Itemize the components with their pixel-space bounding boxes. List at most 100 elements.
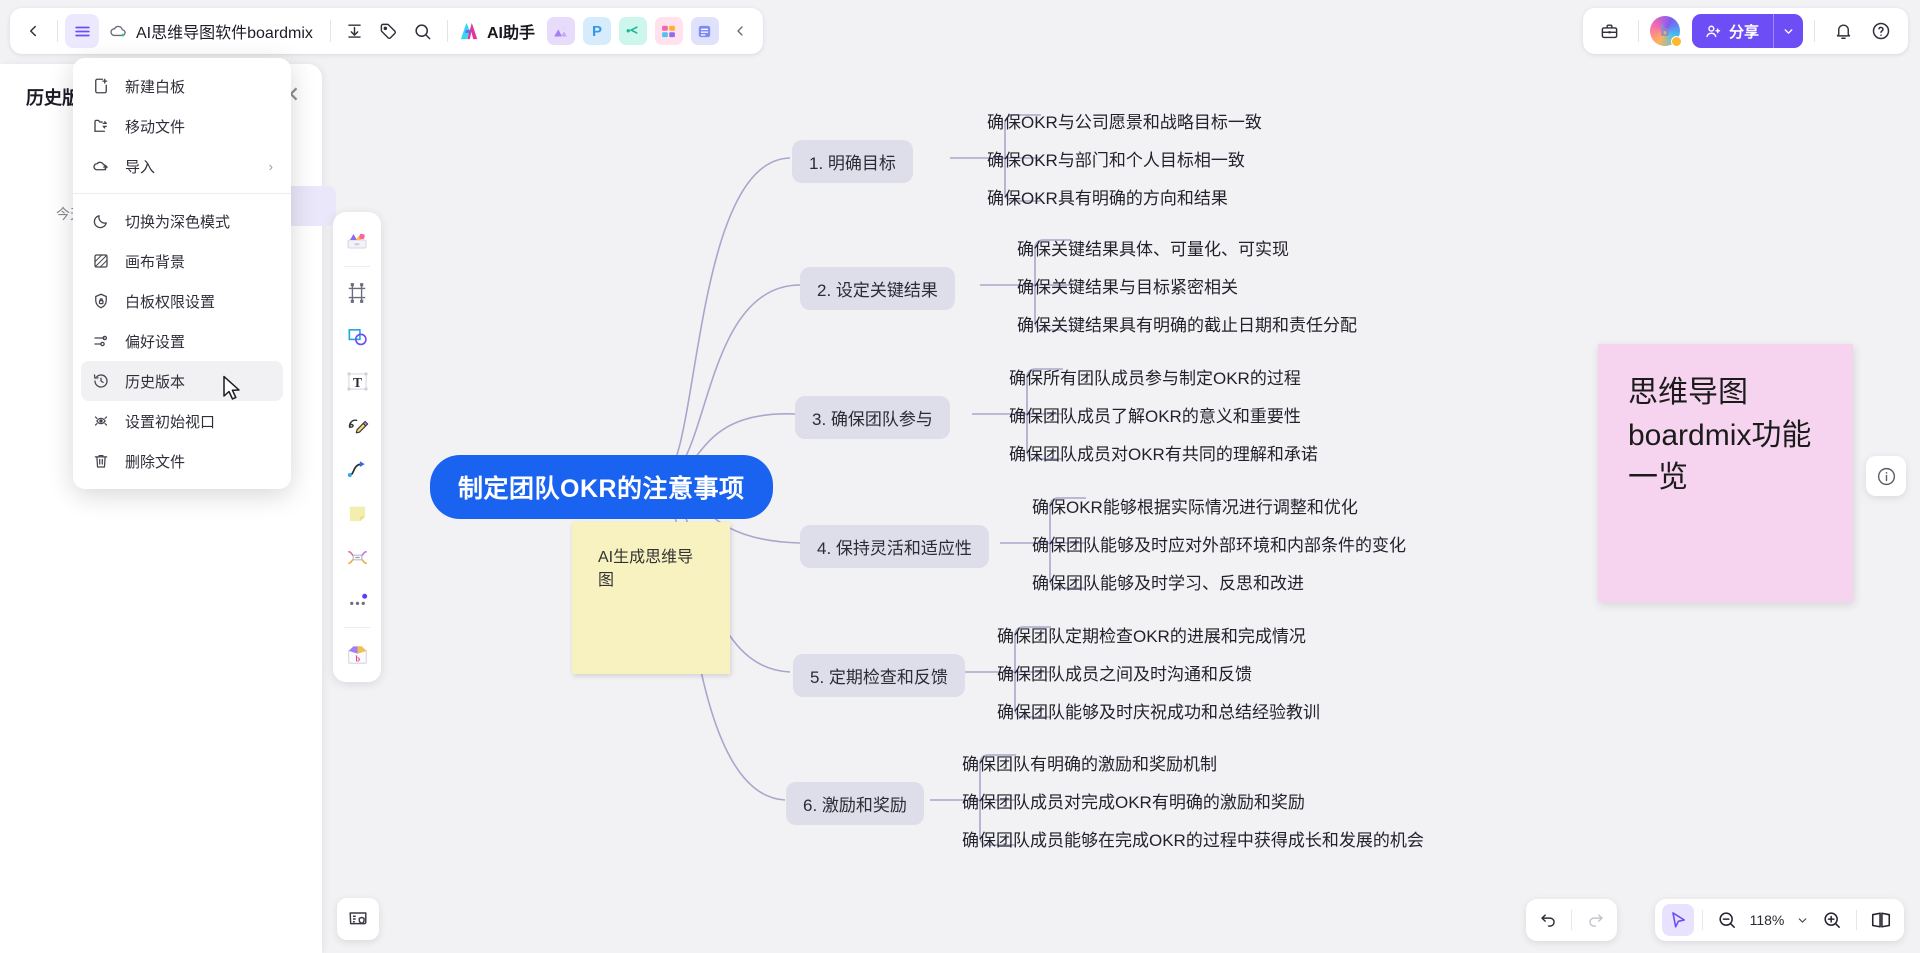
undo-redo-toolbar	[1526, 899, 1617, 941]
search-button[interactable]	[406, 14, 440, 48]
workspace-button[interactable]	[1593, 14, 1627, 48]
download-icon	[348, 23, 362, 38]
tool-resource-box[interactable]: b	[338, 633, 376, 675]
mini-app-ppt[interactable]: P	[582, 17, 611, 45]
tool-connector[interactable]	[338, 448, 376, 490]
collapse-apps-button[interactable]	[723, 14, 757, 48]
tool-text[interactable]: T	[338, 360, 376, 402]
tool-mindmap[interactable]	[338, 536, 376, 578]
tool-shape[interactable]	[338, 316, 376, 358]
mindmap-branch-node[interactable]: 2. 设定关键结果	[800, 267, 955, 310]
sticky-note-pink[interactable]: 思维导图boardmix功能一览	[1598, 344, 1853, 602]
presentation-icon	[1871, 912, 1891, 928]
share-button-label-group: 分享	[1692, 21, 1773, 42]
top-toolbar-right: b 分享	[1582, 8, 1908, 54]
undo-icon	[1540, 913, 1555, 927]
resource-box-icon: b	[347, 645, 367, 664]
menu-item-label: 白板权限设置	[125, 293, 216, 311]
mindmap-leaf-node[interactable]: 确保OKR与部门和个人目标相一致	[987, 146, 1245, 171]
document-title[interactable]: AI思维导图软件boardmix	[99, 19, 323, 43]
mindmap-leaf-node[interactable]: 确保关键结果具体、可量化、可实现	[1017, 235, 1289, 260]
zoom-out-button[interactable]	[1711, 904, 1743, 936]
tool-frame[interactable]	[338, 272, 376, 314]
avatar[interactable]: b	[1649, 16, 1682, 47]
mindmap-root-node[interactable]: 制定团队OKR的注意事项	[430, 455, 773, 519]
mini-app-mindmap[interactable]	[618, 17, 647, 45]
mindmap-leaf-node[interactable]: 确保团队成员之间及时沟通和反馈	[997, 660, 1252, 685]
zoom-dropdown-button[interactable]	[1791, 904, 1813, 936]
menu-item-preferences[interactable]: 偏好设置	[81, 321, 283, 361]
menu-item-board-permissions[interactable]: 白板权限设置	[81, 281, 283, 321]
tool-more[interactable]	[338, 580, 376, 622]
mini-app-table[interactable]	[654, 17, 683, 45]
mindmap-branch-node[interactable]: 4. 保持灵活和适应性	[800, 525, 989, 568]
menu-item-new-board[interactable]: 新建白板	[81, 66, 283, 106]
file-menu-button[interactable]	[65, 14, 99, 48]
mindmap-branch-node[interactable]: 3. 确保团队参与	[795, 396, 950, 439]
menu-item-import[interactable]: 导入 ›	[81, 146, 283, 186]
board-panel-button[interactable]	[337, 898, 379, 940]
menu-item-label: 偏好设置	[125, 333, 186, 351]
mindmap-leaf-node[interactable]: 确保团队成员能够在完成OKR的过程中获得成长和发展的机会	[962, 826, 1424, 851]
undo-button[interactable]	[1532, 904, 1564, 936]
mindmap-leaf-node[interactable]: 确保团队能够及时应对外部环境和内部条件的变化	[1032, 531, 1406, 556]
briefcase-icon	[1602, 23, 1618, 38]
tool-templates[interactable]	[338, 219, 376, 261]
zoom-in-button[interactable]	[1816, 904, 1848, 936]
mindmap-leaf-node[interactable]: 确保团队定期检查OKR的进展和完成情况	[997, 622, 1306, 647]
mindmap-leaf-node[interactable]: 确保团队成员对OKR有共同的理解和承诺	[1009, 440, 1318, 465]
svg-text:b: b	[355, 654, 360, 663]
mindmap-leaf-node[interactable]: 确保所有团队成员参与制定OKR的过程	[1009, 364, 1301, 389]
mindmap-leaf-node[interactable]: 确保团队能够及时学习、反思和改进	[1032, 569, 1304, 594]
tool-sticky-note[interactable]	[338, 492, 376, 534]
mini-app-doc[interactable]	[690, 17, 719, 45]
divider	[446, 20, 448, 42]
mindmap-leaf-node[interactable]: 确保关键结果与目标紧密相关	[1017, 273, 1238, 298]
export-button[interactable]	[338, 14, 372, 48]
tool-pen[interactable]	[338, 404, 376, 446]
sticky-note-yellow[interactable]: AI生成思维导图	[572, 522, 730, 674]
mindmap-leaf-node[interactable]: 确保OKR能够根据实际情况进行调整和优化	[1032, 493, 1358, 518]
info-circle-icon	[1877, 467, 1895, 485]
zoom-level-value[interactable]: 118%	[1746, 912, 1788, 928]
ai-assistant-label: AI助手	[486, 25, 535, 42]
chevron-left-icon	[737, 26, 743, 36]
menu-item-label: 导入	[125, 158, 156, 176]
info-button[interactable]	[1866, 456, 1906, 496]
back-button[interactable]	[16, 14, 50, 48]
mindmap-leaf-node[interactable]: 确保关键结果具有明确的截止日期和责任分配	[1017, 311, 1357, 336]
menu-item-set-initial-viewport[interactable]: 设置初始视口	[81, 401, 283, 441]
menu-item-history-version[interactable]: 历史版本	[81, 361, 283, 401]
ai-assistant-button[interactable]: AI助手	[455, 19, 543, 43]
pointer-tool-button[interactable]	[1662, 904, 1694, 936]
mindmap-leaf-node[interactable]: 确保团队有明确的激励和奖励机制	[962, 750, 1217, 775]
cloud-upload-icon	[91, 156, 111, 176]
tag-icon	[381, 23, 397, 39]
notifications-button[interactable]	[1826, 14, 1860, 48]
menu-item-dark-mode[interactable]: 切换为深色模式	[81, 201, 283, 241]
board-panel-icon	[349, 912, 367, 925]
share-button[interactable]: 分享	[1691, 14, 1803, 48]
mini-app-image[interactable]	[546, 17, 575, 45]
sliders-icon	[91, 331, 111, 351]
chevron-down-icon	[1798, 917, 1806, 923]
mindmap-leaf-node[interactable]: 确保团队成员对完成OKR有明确的激励和奖励	[962, 788, 1305, 813]
presentation-button[interactable]	[1865, 904, 1897, 936]
mindmap-leaf-node[interactable]: 确保OKR具有明确的方向和结果	[987, 184, 1228, 209]
mindmap-branch-node[interactable]: 5. 定期检查和反馈	[793, 654, 965, 697]
menu-item-label: 切换为深色模式	[125, 213, 231, 231]
menu-item-delete-file[interactable]: 删除文件	[81, 441, 283, 481]
move-file-icon	[91, 116, 111, 136]
mindmap-branch-node[interactable]: 1. 明确目标	[792, 140, 913, 183]
mindmap-leaf-node[interactable]: 确保OKR与公司愿景和战略目标一致	[987, 108, 1262, 133]
mindmap-leaf-node[interactable]: 确保团队能够及时庆祝成功和总结经验教训	[997, 698, 1320, 723]
avatar-badge	[1670, 36, 1682, 47]
menu-item-move-file[interactable]: 移动文件	[81, 106, 283, 146]
share-dropdown-button[interactable]	[1773, 14, 1803, 48]
tag-button[interactable]	[372, 14, 406, 48]
mindmap-branch-node[interactable]: 6. 激励和奖励	[786, 782, 924, 825]
menu-item-canvas-background[interactable]: 画布背景	[81, 241, 283, 281]
mindmap-leaf-node[interactable]: 确保团队成员了解OKR的意义和重要性	[1009, 402, 1301, 427]
help-button[interactable]	[1864, 14, 1898, 48]
redo-button[interactable]	[1579, 904, 1611, 936]
